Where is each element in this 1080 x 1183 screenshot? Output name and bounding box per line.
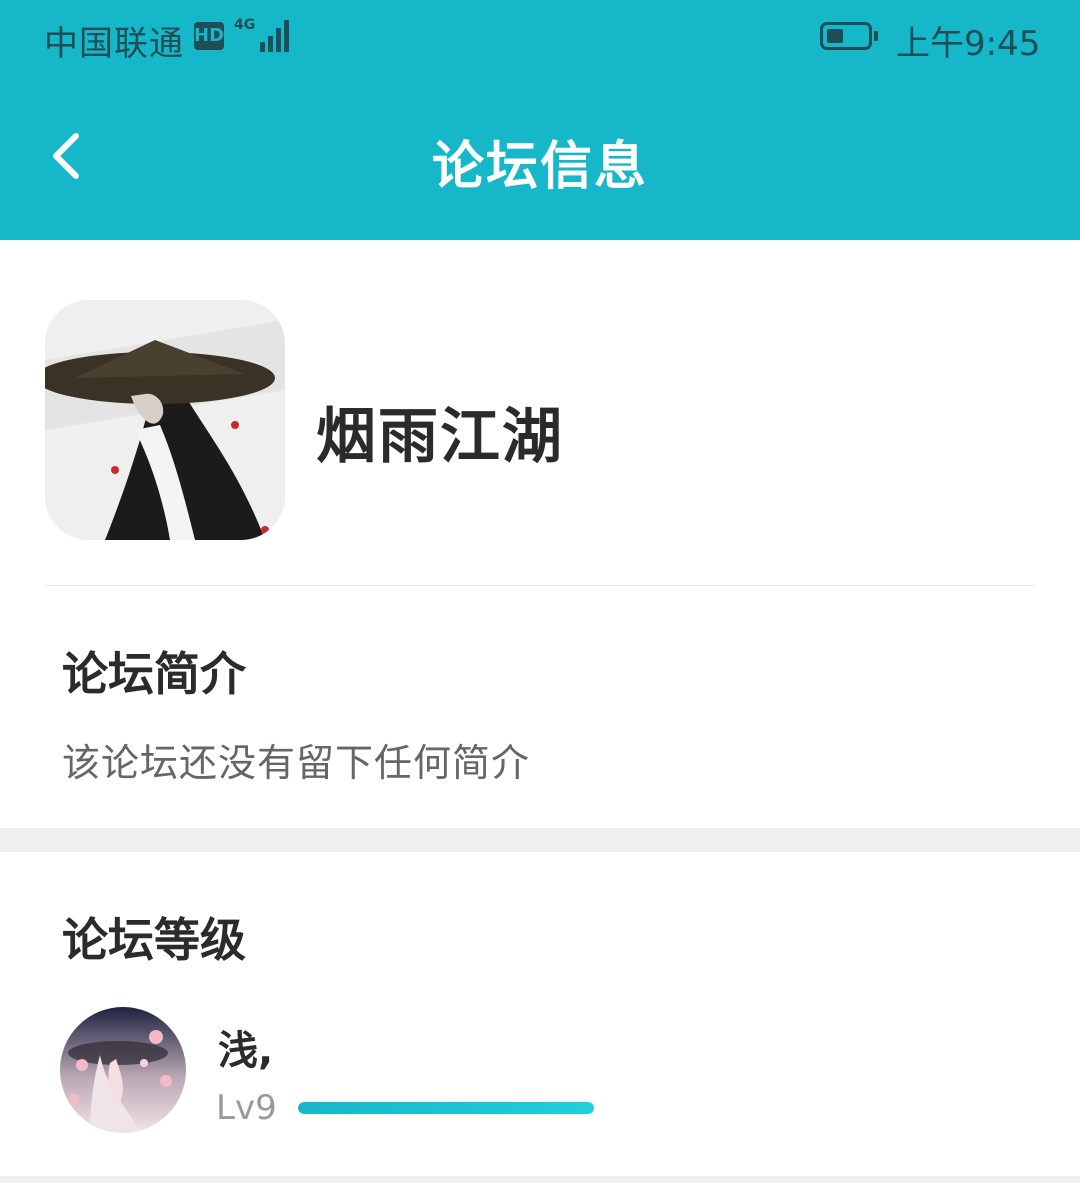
status-bar: 中国联通 HD 4G 上午9:45 (0, 0, 1080, 80)
battery-icon (820, 22, 878, 50)
level-progress-bar (298, 1102, 594, 1114)
forum-name: 烟雨江湖 (316, 402, 564, 472)
network-type: 4G (234, 17, 256, 33)
intro-heading: 论坛简介 (62, 647, 246, 701)
section-separator (0, 828, 1080, 852)
user-name: 浅, (218, 1028, 274, 1074)
carrier-name: 中国联通 (44, 24, 184, 64)
level-heading: 论坛等级 (62, 913, 246, 967)
forum-avatar-image (45, 300, 285, 540)
forum-header: 烟雨江湖 (0, 240, 1080, 586)
status-time: 上午9:45 (896, 24, 1041, 64)
divider (45, 585, 1035, 586)
user-avatar-image[interactable] (60, 1007, 186, 1133)
level-progress-fill (298, 1102, 594, 1114)
battery-level (827, 29, 843, 43)
bottom-separator (0, 1176, 1080, 1183)
intro-text: 该论坛还没有留下任何简介 (62, 741, 531, 785)
hd-badge: HD (194, 22, 224, 50)
signal-icon (254, 18, 290, 52)
page-title: 论坛信息 (431, 137, 648, 197)
app-bar: 论坛信息 (0, 80, 1080, 240)
user-level: Lv9 (216, 1088, 277, 1128)
